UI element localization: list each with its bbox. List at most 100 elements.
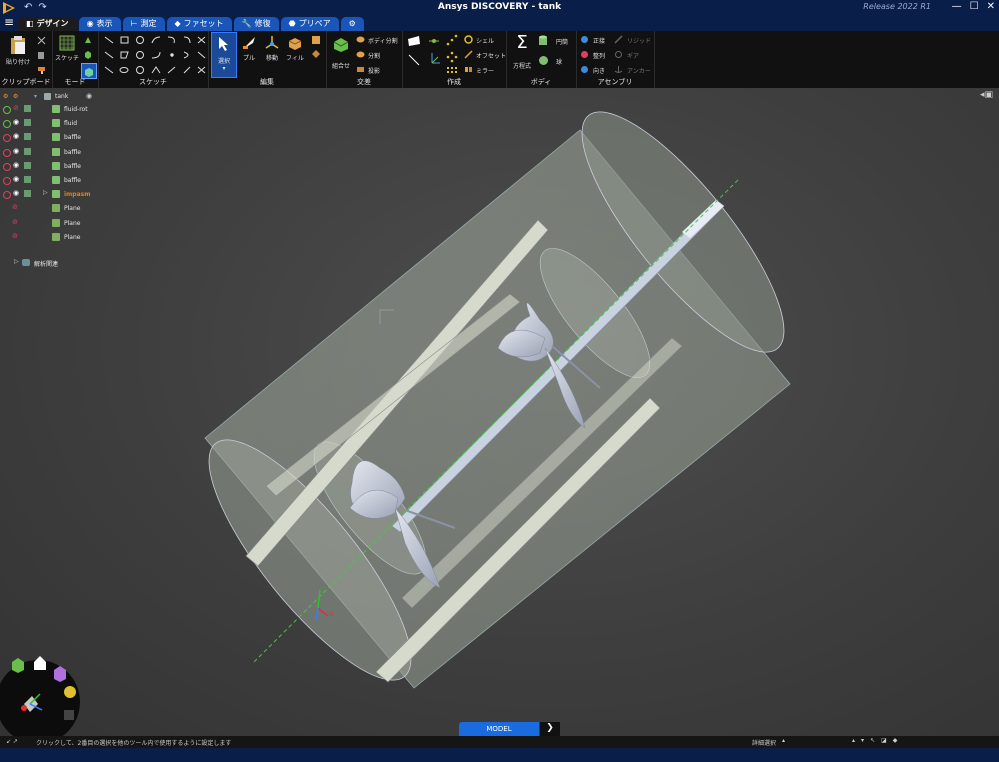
line-icon[interactable]	[407, 53, 421, 67]
paste-button[interactable]: 貼り付け	[4, 35, 32, 66]
tree-visibility-icon[interactable]: ◉	[86, 92, 92, 100]
suppress-toggle-icon[interactable]	[3, 148, 11, 157]
tab-design[interactable]: ◧ デザイン	[18, 17, 77, 31]
offset-dots-icon[interactable]	[446, 51, 458, 63]
edit-extra-icon-1[interactable]	[311, 35, 321, 45]
tree-item[interactable]: ◉ baffle	[0, 131, 98, 143]
grid-pattern-icon[interactable]	[446, 66, 458, 76]
section-mode-icon[interactable]	[83, 35, 93, 45]
tab-settings[interactable]: ⚙	[340, 17, 364, 31]
visibility-eye-icon[interactable]: ◉	[13, 189, 19, 197]
visibility-eye-icon[interactable]: ◉	[13, 161, 19, 169]
visibility-eye-icon[interactable]: ◉	[13, 175, 19, 183]
detail-select-label[interactable]: 詳細選択	[752, 738, 776, 747]
tree-item[interactable]: ⊘ Plane	[0, 217, 98, 229]
tree-item[interactable]: ◉ fluid	[0, 117, 98, 129]
model-tab[interactable]: MODEL	[459, 722, 539, 736]
copy-icon[interactable]	[37, 51, 46, 60]
status-tool-icon[interactable]: ↙ ↗	[6, 738, 18, 745]
suppress-toggle-icon[interactable]	[3, 134, 11, 143]
suppress-toggle-icon[interactable]	[3, 191, 11, 200]
tank-model[interactable]: X	[0, 88, 999, 736]
tree-item[interactable]: ⊘ Plane	[0, 231, 98, 243]
mirror-icon[interactable]	[464, 65, 473, 74]
cylinder-icon[interactable]	[538, 35, 548, 47]
color-swatch[interactable]	[24, 190, 31, 198]
viewport-menu-icon[interactable]: ◂▣	[980, 90, 993, 100]
suppress-toggle-icon[interactable]	[3, 106, 11, 114]
minimize-button[interactable]: —	[952, 1, 962, 12]
3d-viewport[interactable]: X ◂▣	[0, 88, 999, 736]
discovery-logo-icon[interactable]	[2, 1, 16, 15]
color-swatch[interactable]	[24, 176, 31, 183]
iso-view-icon[interactable]	[12, 658, 24, 673]
pattern-icon[interactable]	[446, 34, 458, 46]
tree-item[interactable]: ⊘ fluid-rot	[0, 103, 98, 115]
render-mode-icon[interactable]	[64, 686, 76, 698]
color-swatch[interactable]	[24, 161, 31, 169]
color-swatch[interactable]	[24, 133, 31, 141]
tab-measure[interactable]: ⊢ 測定	[122, 17, 165, 31]
redo-icon[interactable]: ↷	[38, 2, 46, 13]
edit-extra-icon-2[interactable]	[311, 49, 321, 59]
tab-prepare[interactable]: ⬣ プリペア	[280, 17, 339, 31]
visibility-eye-icon[interactable]: ⊘	[12, 232, 18, 240]
plane-icon[interactable]	[407, 35, 421, 47]
detail-select-arrow-icon[interactable]: ▴	[782, 737, 785, 744]
align-icon[interactable]	[580, 50, 589, 59]
axis-icon[interactable]	[428, 51, 442, 65]
suppress-toggle-icon[interactable]	[3, 162, 11, 171]
home-view-icon[interactable]	[34, 656, 46, 670]
cut-icon[interactable]	[37, 36, 46, 45]
visibility-eye-icon[interactable]: ⊘	[12, 203, 18, 211]
tree-item[interactable]: ◉ baffle	[0, 160, 98, 172]
zoom-fit-icon[interactable]	[64, 710, 74, 720]
offset-icon[interactable]	[464, 50, 473, 59]
expand-icon[interactable]: ▷	[43, 189, 48, 196]
fill-button[interactable]: フィル	[285, 35, 305, 62]
split-icon[interactable]	[356, 50, 365, 59]
point-icon[interactable]	[428, 37, 440, 45]
color-swatch[interactable]	[24, 105, 31, 112]
tree-options-icon[interactable]: ⚙	[3, 93, 8, 100]
tree-filter-icon[interactable]: ⚙	[13, 93, 18, 100]
color-swatch[interactable]	[24, 119, 31, 127]
visibility-eye-icon[interactable]: ◉	[13, 118, 19, 126]
menu-icon[interactable]: ≡	[0, 15, 18, 31]
tree-item[interactable]: ◉ baffle	[0, 146, 98, 158]
tree-item[interactable]: ⊘ Plane	[0, 202, 98, 214]
close-button[interactable]: ✕	[987, 1, 995, 12]
combine-button[interactable]: 組合せ	[329, 35, 353, 70]
tab-display[interactable]: ◉ 表示	[78, 17, 121, 31]
orient-icon[interactable]	[580, 65, 589, 74]
tangent-icon[interactable]	[580, 35, 589, 44]
3d-mode-icon[interactable]	[83, 50, 93, 60]
tree-item-analysis[interactable]: ▷ 解析関連	[0, 257, 98, 269]
format-painter-icon[interactable]	[37, 66, 46, 75]
visibility-eye-icon[interactable]: ⊘	[12, 218, 18, 226]
suppress-toggle-icon[interactable]	[3, 120, 11, 129]
sketch-tools-grid[interactable]	[102, 34, 206, 78]
split-body-icon[interactable]	[356, 35, 365, 44]
expand-analysis-icon[interactable]: ▷	[14, 258, 19, 265]
suppress-toggle-icon[interactable]	[3, 177, 11, 185]
visibility-eye-icon[interactable]: ⊘	[13, 104, 19, 112]
tank-cylinder[interactable]	[180, 88, 813, 706]
undo-icon[interactable]: ↶	[24, 2, 32, 13]
visibility-eye-icon[interactable]: ◉	[13, 132, 19, 140]
expand-root-icon[interactable]: ▾	[34, 93, 37, 100]
equation-button[interactable]: Σ 方程式	[509, 33, 535, 71]
pull-button[interactable]: プル	[239, 35, 259, 62]
select-dropdown-icon[interactable]: ▾	[212, 65, 236, 72]
color-swatch[interactable]	[24, 147, 31, 155]
tree-item[interactable]: ◉ baffle	[0, 174, 98, 186]
move-button[interactable]: 移動	[262, 35, 282, 62]
model-tab-next-icon[interactable]: ❯	[540, 722, 560, 736]
maximize-button[interactable]: ☐	[970, 1, 979, 12]
sketch-mode-button[interactable]: スケッチ	[55, 35, 79, 62]
project-icon[interactable]	[356, 65, 365, 74]
sphere-icon[interactable]	[538, 55, 549, 66]
select-button[interactable]: 選択 ▾	[211, 32, 237, 78]
tab-facet[interactable]: ◆ ファセット	[166, 17, 232, 31]
visibility-eye-icon[interactable]: ◉	[13, 147, 19, 155]
